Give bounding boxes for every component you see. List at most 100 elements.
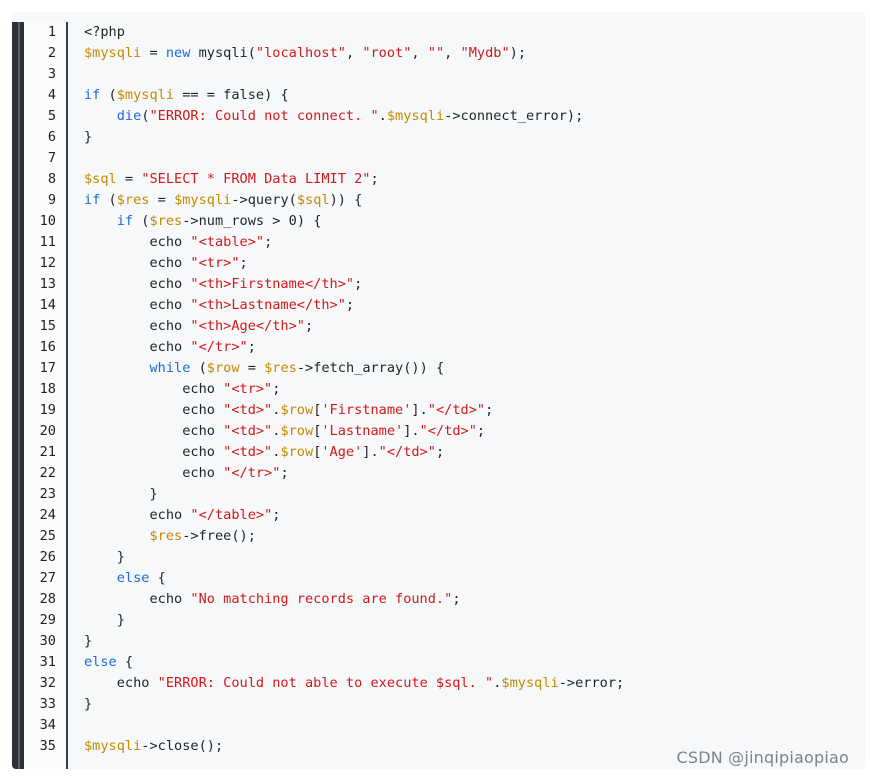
code-token: echo (84, 402, 224, 418)
code-token: echo (84, 339, 191, 355)
code-line: echo "<td>".$row['Firstname']."</td>"; (84, 400, 865, 421)
code-token: echo (84, 318, 191, 334)
code-token: "" (427, 45, 445, 61)
code-line: } (84, 484, 865, 505)
code-token: "</tr>" (223, 465, 281, 481)
code-token: "root" (362, 45, 412, 61)
code-token: = (116, 171, 142, 187)
code-token: , (345, 45, 363, 61)
code-line: echo "ERROR: Could not able to execute $… (84, 673, 865, 694)
code-line: die("ERROR: Could not connect. ".$mysqli… (84, 106, 865, 127)
code-line: $mysqli = new mysqli("localhost", "root"… (84, 43, 865, 64)
code-token: echo (84, 423, 224, 439)
code-line: } (84, 631, 865, 652)
code-token: ; (304, 318, 314, 334)
code-token: ->fetch_array()) { (296, 360, 445, 376)
code-token: $res (149, 528, 183, 544)
code-token: ; (485, 402, 494, 418)
code-token: while (149, 360, 191, 376)
code-token: ->close(); (141, 738, 224, 754)
code-line: echo "<th>Age</th>"; (84, 316, 865, 337)
code-line: echo "<tr>"; (84, 253, 865, 274)
code-token: . (378, 108, 387, 124)
code-token: = (141, 45, 166, 61)
code-token: ]. (403, 423, 420, 439)
code-token: ( (141, 108, 150, 124)
code-token: echo (84, 591, 191, 607)
code-token: , (411, 45, 428, 61)
code-token: ; (264, 234, 273, 250)
code-token: echo (84, 507, 191, 523)
code-token: $mysqli (84, 45, 142, 61)
code-token: $res (149, 213, 183, 229)
code-token: { (116, 654, 134, 670)
code-token: ; (239, 255, 248, 271)
code-line: } (84, 127, 865, 148)
code-token: "<tr>" (223, 381, 273, 397)
code-token: ; (354, 276, 363, 292)
code-token: $mysqli (501, 675, 559, 691)
code-line: else { (84, 568, 865, 589)
code-token: "</tr>" (190, 339, 248, 355)
code-token: ; (435, 444, 445, 460)
code-token: ->error; (558, 675, 625, 691)
code-token: $mysqli (174, 192, 232, 208)
line-number-gutter: 1 2 3 4 5 6 7 8 9 10 11 12 13 14 15 16 17 18 19 20 21 22 23 24 2… (12, 22, 68, 769)
code-token: ; (452, 591, 461, 607)
code-line: echo "</tr>"; (84, 463, 865, 484)
code-block: 1 2 3 4 5 6 7 8 9 10 11 12 13 14 15 16 17 18 19 20 21 22 23 24 2… (12, 12, 865, 769)
code-line: echo "No matching records are found."; (84, 589, 865, 610)
code-token: 'Age' (321, 444, 363, 460)
code-token: ; (370, 171, 379, 187)
code-token: "<th>Firstname</th>" (190, 276, 355, 292)
code-token: ->num_rows > 0) { (182, 213, 322, 229)
code-token: "<th>Lastname</th>" (190, 297, 346, 313)
code-line: echo "<th>Lastname</th>"; (84, 295, 865, 316)
code-token: ); (509, 45, 527, 61)
code-token: } (84, 486, 158, 502)
code-token: ; (272, 507, 281, 523)
code-token: 'Lastname' (321, 423, 404, 439)
code-token: else (116, 570, 150, 586)
code-token: echo (84, 444, 224, 460)
code-token: "</td>" (419, 423, 477, 439)
code-token: $mysqli (116, 87, 175, 103)
code-token: else (84, 654, 117, 670)
code-token: new (165, 45, 191, 61)
code-line: $sql = "SELECT * FROM Data LIMIT 2"; (84, 169, 865, 190)
code-token: ; (247, 339, 256, 355)
code-token: , (444, 45, 461, 61)
code-token: ]. (362, 444, 379, 460)
code-line: while ($row = $res->fetch_array()) { (84, 358, 865, 379)
code-token: == = false) { (174, 87, 289, 103)
code-line: if ($res->num_rows > 0) { (84, 211, 865, 232)
code-token: echo (84, 255, 191, 271)
code-token: ; (476, 423, 486, 439)
code-content[interactable]: <?php $mysqli = new mysqli("localhost", "… (84, 22, 865, 757)
code-token: ->connect_error); (444, 108, 584, 124)
code-token: ; (345, 297, 355, 313)
code-token: "ERROR: Could not able to execute $sql. … (157, 675, 494, 691)
code-token: $res (116, 192, 150, 208)
code-token: if (116, 213, 134, 229)
code-token: )) { (329, 192, 363, 208)
code-line: } (84, 610, 865, 631)
code-token: = (149, 192, 175, 208)
code-token: echo (84, 297, 191, 313)
code-token: } (84, 129, 93, 145)
code-token: ; (272, 381, 281, 397)
code-line: echo "<tr>"; (84, 379, 865, 400)
code-token: 'Firstname' (321, 402, 412, 418)
code-token: $row (206, 360, 240, 376)
code-token: "<th>Age</th>" (190, 318, 305, 334)
code-token: ( (100, 87, 117, 103)
code-token: } (84, 612, 125, 628)
code-token: "<td>" (223, 402, 273, 418)
code-token: echo (84, 381, 224, 397)
